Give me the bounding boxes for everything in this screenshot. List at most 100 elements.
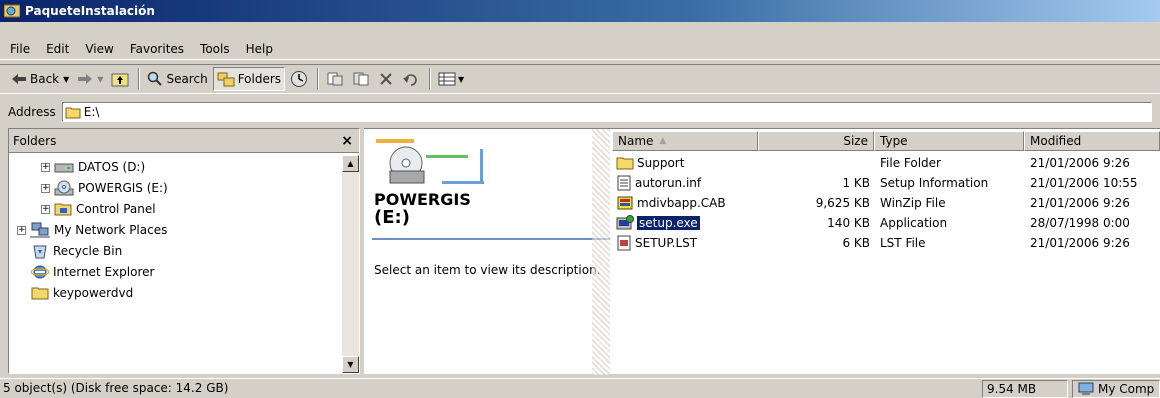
scroll-up-arrow-icon[interactable]: ▲	[342, 155, 359, 172]
column-header-modified[interactable]: Modified	[1024, 131, 1160, 151]
file-size: 140 KB	[827, 216, 870, 230]
file-type: LST File	[880, 236, 926, 250]
expand-icon[interactable]: +	[41, 162, 50, 172]
tree-item-network-places[interactable]: + My Network Places	[17, 220, 167, 240]
expand-icon[interactable]: +	[41, 183, 50, 193]
tree-item-powergis[interactable]: + POWERGIS (E:)	[41, 178, 168, 198]
inf-file-icon	[617, 175, 631, 191]
tree-item-control-panel[interactable]: + Control Panel	[41, 199, 156, 219]
move-to-button[interactable]	[323, 67, 347, 91]
drive-letter: (E:)	[374, 207, 410, 228]
address-input[interactable]: E:\	[61, 102, 1152, 122]
web-view-hatch	[592, 129, 610, 375]
tree-item-datos[interactable]: + DATOS (D:)	[41, 157, 145, 177]
file-name: mdivbapp.CAB	[637, 196, 726, 210]
folders-scrollbar[interactable]: ▲ ▼	[342, 155, 359, 373]
back-arrow-icon	[12, 74, 26, 84]
expand-icon[interactable]: +	[17, 225, 26, 235]
column-name-label: Name	[618, 134, 654, 148]
drive-title: POWERGIS (E:)	[374, 191, 471, 227]
folders-button[interactable]: Folders	[212, 67, 286, 91]
winzip-icon	[617, 196, 633, 210]
table-row[interactable]: autorun.inf 1 KB Setup Information 21/01…	[612, 173, 1160, 193]
back-dropdown-icon[interactable]: ▼	[63, 75, 69, 84]
forward-dropdown-icon[interactable]: ▼	[97, 75, 103, 84]
explorer-window-icon	[4, 4, 20, 18]
copy-to-icon	[353, 72, 369, 86]
folder-icon	[31, 287, 49, 300]
column-header-type[interactable]: Type	[874, 131, 1024, 151]
status-bar: 5 object(s) (Disk free space: 14.2 GB) 9…	[0, 378, 1160, 398]
tree-item-label: POWERGIS (E:)	[78, 181, 168, 195]
file-name: autorun.inf	[635, 176, 702, 190]
file-modified: 21/01/2006 10:55	[1030, 176, 1138, 190]
folders-icon	[217, 72, 235, 87]
menu-favorites[interactable]: Favorites	[130, 42, 184, 56]
history-button[interactable]	[287, 67, 311, 91]
menu-help[interactable]: Help	[246, 42, 273, 56]
undo-button[interactable]	[399, 67, 423, 91]
undo-icon	[403, 74, 417, 86]
history-clock-icon	[291, 71, 308, 87]
lst-file-icon	[617, 235, 631, 251]
toolbar-separator	[429, 68, 432, 90]
menu-edit[interactable]: Edit	[46, 42, 69, 56]
menu-view[interactable]: View	[85, 42, 113, 56]
tree-item-label: Internet Explorer	[53, 265, 155, 279]
views-dropdown-icon[interactable]: ▼	[458, 75, 464, 84]
folder-icon	[616, 157, 634, 170]
menu-tools[interactable]: Tools	[200, 42, 230, 56]
item-description: Select an item to view its description.	[374, 263, 601, 277]
window-titlebar[interactable]: PaqueteInstalación	[0, 0, 1160, 22]
column-type-label: Type	[880, 134, 908, 148]
sort-ascending-icon: ▲	[659, 136, 667, 146]
copy-to-button[interactable]	[349, 67, 373, 91]
file-name: setup.exe	[637, 216, 700, 230]
my-computer-icon	[1078, 382, 1094, 395]
cd-drive-icon	[54, 180, 74, 196]
delete-button[interactable]	[375, 67, 397, 91]
close-icon[interactable]: ×	[341, 133, 353, 149]
tree-item-recycle-bin[interactable]: Recycle Bin	[31, 241, 122, 261]
file-modified: 21/01/2006 9:26	[1030, 156, 1130, 170]
file-type: File Folder	[880, 156, 941, 170]
column-header-size[interactable]: Size	[758, 131, 874, 151]
file-type: Setup Information	[880, 176, 989, 190]
back-button[interactable]: Back ▼	[8, 67, 72, 91]
standard-toolbar: Back ▼ ▼ Search Folders ▼	[0, 64, 1160, 94]
file-modified: 28/07/1998 0:00	[1030, 216, 1130, 230]
drive-divider	[372, 238, 610, 240]
file-size: 9,625 KB	[815, 196, 870, 210]
address-label: Address	[8, 105, 56, 119]
tree-item-label: DATOS (D:)	[78, 160, 146, 174]
scroll-down-arrow-icon[interactable]: ▼	[342, 356, 359, 373]
expand-icon[interactable]: +	[41, 204, 50, 214]
address-bar: Address E:\	[0, 100, 1160, 124]
tree-item-keypowerdvd[interactable]: keypowerdvd	[31, 283, 133, 303]
up-folder-icon	[111, 73, 129, 87]
up-folder-button[interactable]	[108, 67, 132, 91]
folders-pane-header: Folders ×	[9, 129, 359, 153]
views-button[interactable]: ▼	[435, 67, 467, 91]
tree-item-internet-explorer[interactable]: Internet Explorer	[31, 262, 154, 282]
table-row[interactable]: setup.exe 140 KB Application 28/07/1998 …	[612, 213, 1160, 233]
window-title: PaqueteInstalación	[25, 4, 155, 18]
table-row[interactable]: Support File Folder 21/01/2006 9:26	[612, 153, 1160, 173]
file-size: 1 KB	[842, 176, 870, 190]
menu-file[interactable]: File	[10, 42, 30, 56]
toolbar-separator	[138, 68, 141, 90]
file-type: Application	[880, 216, 948, 230]
move-to-icon	[327, 72, 343, 86]
table-row[interactable]: SETUP.LST 6 KB LST File 21/01/2006 9:26	[612, 233, 1160, 253]
column-header-name[interactable]: Name ▲	[612, 131, 758, 151]
column-modified-label: Modified	[1030, 134, 1082, 148]
forward-button[interactable]: ▼	[74, 67, 106, 91]
folders-label: Folders	[237, 72, 282, 86]
search-button[interactable]: Search	[144, 67, 210, 91]
tree-item-label: keypowerdvd	[53, 286, 134, 300]
status-size: 9.54 MB	[987, 382, 1037, 396]
table-row[interactable]: mdivbapp.CAB 9,625 KB WinZip File 21/01/…	[612, 193, 1160, 213]
file-list: Name ▲ Size Type Modified Support File F…	[612, 129, 1160, 375]
folders-pane-title: Folders	[13, 133, 57, 148]
status-zone: My Comp	[1098, 382, 1155, 396]
